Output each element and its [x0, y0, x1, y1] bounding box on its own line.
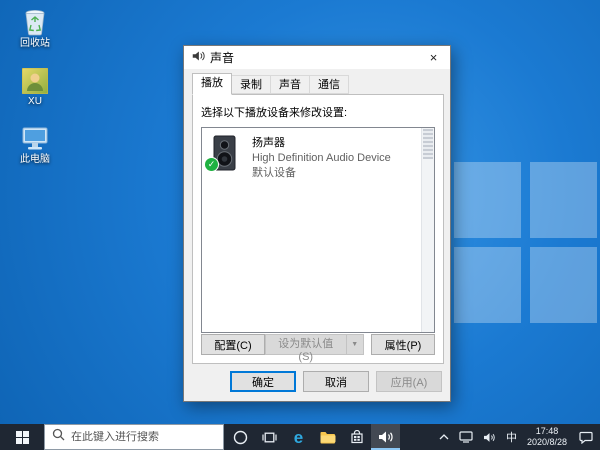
- windows-logo-pane: [454, 162, 521, 238]
- taskbar: e 中 17:48 2020/: [0, 424, 600, 450]
- store-icon: [350, 430, 363, 444]
- tab-strip: 播放 录制 声音 通信: [192, 73, 349, 95]
- sound-dialog: 声音 × 播放 录制 声音 通信 选择以下播放设备来修改设置: ✓ 扬声器 Hi…: [183, 45, 451, 402]
- clock-time: 17:48: [535, 426, 559, 436]
- desktop-icon-user-picture[interactable]: XU: [4, 64, 66, 108]
- configure-button[interactable]: 配置(C): [201, 334, 265, 355]
- tab-playback[interactable]: 播放: [192, 73, 232, 95]
- desktop-icon-recycle-bin[interactable]: 回收站: [4, 6, 66, 50]
- properties-button[interactable]: 属性(P): [371, 334, 435, 355]
- notification-icon: [579, 431, 593, 444]
- apply-button[interactable]: 应用(A): [376, 371, 442, 392]
- speaker-icon: [378, 431, 393, 443]
- windows-logo-icon: [15, 430, 29, 444]
- dialog-button-row: 确定 取消 应用(A): [230, 371, 442, 392]
- task-view-button[interactable]: [255, 424, 284, 450]
- volume-tray-button[interactable]: [478, 424, 501, 450]
- device-driver: High Definition Audio Device: [252, 152, 391, 164]
- windows-logo-pane: [530, 162, 597, 238]
- search-icon: [52, 428, 65, 446]
- network-icon: [459, 431, 473, 443]
- store-button[interactable]: [342, 424, 371, 450]
- desktop-icon-label: 此电脑: [20, 154, 50, 165]
- taskbar-search[interactable]: [44, 424, 224, 450]
- panel-button-row: 配置(C) 设为默认值(S) ▼ 属性(P): [201, 334, 435, 363]
- device-text: 扬声器 High Definition Audio Device 默认设备: [252, 135, 391, 181]
- taskbar-clock[interactable]: 17:48 2020/8/28: [522, 424, 572, 450]
- close-button[interactable]: ×: [417, 46, 450, 69]
- clock-date: 2020/8/28: [526, 437, 567, 447]
- windows-logo-pane: [454, 247, 521, 323]
- network-tray-button[interactable]: [454, 424, 478, 450]
- desktop-icon-this-pc[interactable]: 此电脑: [4, 122, 66, 166]
- edge-button[interactable]: e: [284, 424, 313, 450]
- cortana-icon: [233, 430, 248, 444]
- dialog-title: 声音: [210, 51, 235, 65]
- dialog-title-bar[interactable]: 声音 ×: [184, 46, 450, 69]
- speaker-device-icon: ✓: [205, 135, 242, 171]
- input-method-indicator[interactable]: 中: [501, 424, 522, 450]
- list-scrollbar[interactable]: [421, 128, 434, 332]
- device-name: 扬声器: [252, 137, 285, 149]
- folder-icon: [320, 431, 335, 443]
- device-item-speakers[interactable]: ✓ 扬声器 High Definition Audio Device 默认设备: [202, 128, 434, 188]
- user-picture-icon: [22, 64, 48, 94]
- set-default-split-button: 设为默认值(S) ▼: [265, 334, 364, 363]
- instruction-text: 选择以下播放设备来修改设置:: [201, 107, 348, 119]
- ok-button[interactable]: 确定: [230, 371, 296, 392]
- desktop-icon-label: XU: [28, 96, 42, 107]
- sound-app-button[interactable]: [371, 424, 400, 450]
- playback-tab-panel: 选择以下播放设备来修改设置: ✓ 扬声器 High Definition Aud…: [192, 94, 444, 364]
- tab-sounds[interactable]: 声音: [270, 75, 310, 94]
- hidden-icons-button[interactable]: [434, 424, 454, 450]
- windows-logo-pane: [530, 247, 597, 323]
- set-default-button[interactable]: 设为默认值(S): [265, 334, 346, 363]
- default-device-check-icon: ✓: [205, 158, 218, 171]
- task-icons: e: [226, 424, 400, 450]
- scrollbar-thumb[interactable]: [423, 129, 433, 159]
- edge-icon: e: [293, 427, 304, 447]
- action-center-button[interactable]: [572, 424, 600, 450]
- system-tray: 中 17:48 2020/8/28: [434, 424, 600, 450]
- tab-communications[interactable]: 通信: [309, 75, 349, 94]
- playback-device-list[interactable]: ✓ 扬声器 High Definition Audio Device 默认设备: [201, 127, 435, 333]
- file-explorer-button[interactable]: [313, 424, 342, 450]
- search-input[interactable]: [71, 431, 216, 443]
- task-view-icon: [262, 432, 277, 442]
- start-button[interactable]: [0, 424, 44, 450]
- tab-recording[interactable]: 录制: [231, 75, 271, 94]
- recycle-bin-icon: [23, 6, 47, 36]
- this-pc-icon: [21, 122, 49, 152]
- screen: 回收站 XU 此电脑 声音 × 播放 录制 声音 通信 选择以下播放设备来修改设…: [0, 0, 600, 450]
- cancel-button[interactable]: 取消: [303, 371, 369, 392]
- volume-icon: [483, 432, 495, 442]
- cortana-button[interactable]: [226, 424, 255, 450]
- speaker-icon: [191, 49, 205, 66]
- set-default-dropdown-button[interactable]: ▼: [345, 334, 364, 355]
- chevron-up-icon: [439, 434, 449, 440]
- device-status: 默认设备: [252, 167, 296, 179]
- desktop-icon-label: 回收站: [20, 38, 50, 49]
